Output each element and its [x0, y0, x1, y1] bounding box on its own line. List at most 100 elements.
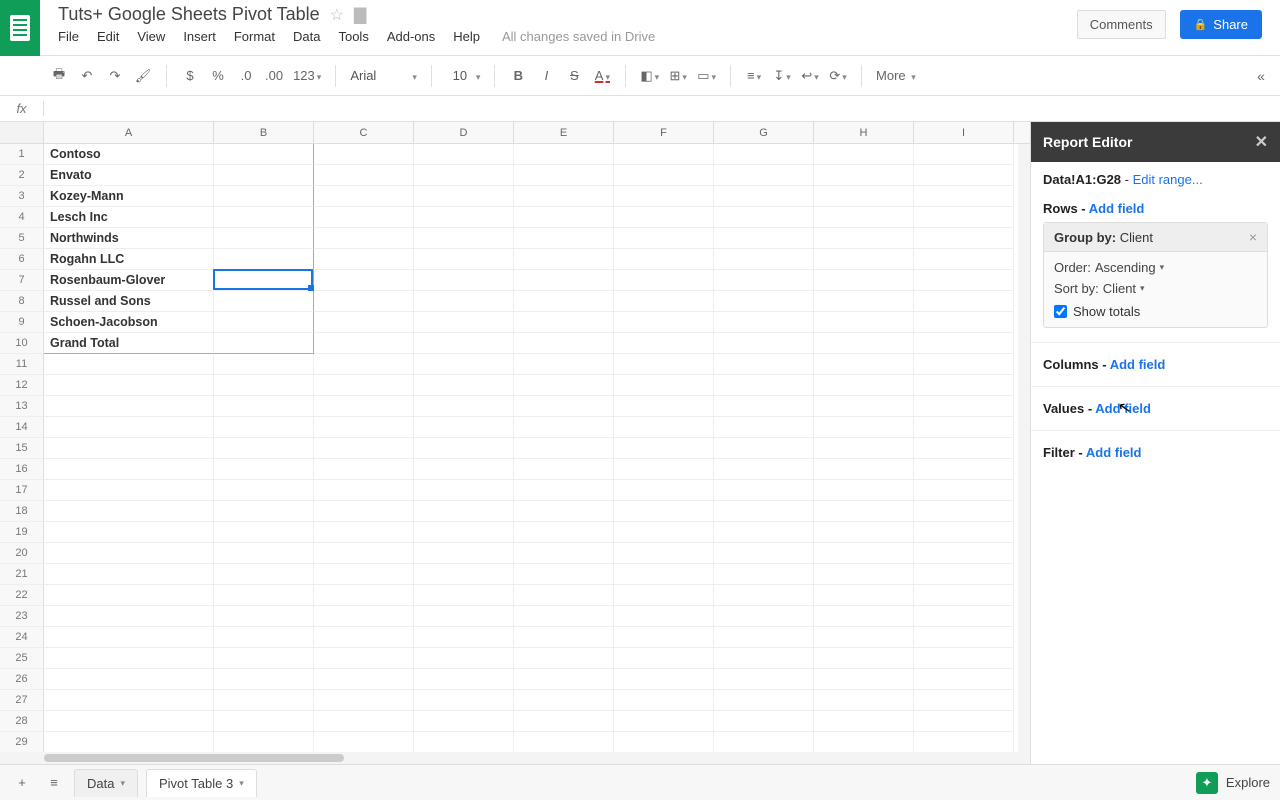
sheet-tab-pivot[interactable]: Pivot Table 3▾ — [146, 769, 257, 797]
cell[interactable] — [214, 375, 314, 396]
cell[interactable] — [714, 690, 814, 711]
select-all-corner[interactable] — [0, 122, 44, 143]
cell[interactable] — [814, 291, 914, 312]
collapse-toolbar-icon[interactable]: « — [1252, 68, 1270, 84]
row-header[interactable]: 19 — [0, 522, 44, 543]
cell[interactable] — [414, 627, 514, 648]
cell[interactable] — [814, 228, 914, 249]
add-sheet-button[interactable]: + — [10, 771, 34, 795]
menu-help[interactable]: Help — [453, 29, 480, 44]
cell[interactable]: Kozey-Mann — [44, 186, 214, 207]
cell[interactable] — [814, 375, 914, 396]
cell[interactable] — [714, 627, 814, 648]
cell[interactable] — [714, 543, 814, 564]
cell[interactable] — [914, 165, 1014, 186]
col-header-I[interactable]: I — [914, 122, 1014, 143]
cell[interactable] — [514, 606, 614, 627]
cell[interactable] — [44, 606, 214, 627]
cell[interactable] — [514, 270, 614, 291]
values-add-field[interactable]: Add field — [1095, 401, 1151, 416]
format-currency[interactable]: $ — [181, 68, 199, 83]
menu-format[interactable]: Format — [234, 29, 275, 44]
cell[interactable] — [314, 396, 414, 417]
cell[interactable] — [314, 711, 414, 732]
row-header[interactable]: 24 — [0, 627, 44, 648]
order-dropdown[interactable]: Order: Ascending ▾ — [1054, 260, 1257, 275]
redo-icon[interactable]: ↷ — [106, 68, 124, 84]
cell[interactable] — [214, 627, 314, 648]
cell[interactable] — [714, 417, 814, 438]
cell[interactable] — [514, 522, 614, 543]
cell[interactable] — [814, 207, 914, 228]
cell[interactable] — [214, 522, 314, 543]
folder-icon[interactable]: ▇ — [354, 5, 366, 25]
cell[interactable] — [314, 564, 414, 585]
cell[interactable] — [314, 186, 414, 207]
cell[interactable] — [44, 354, 214, 375]
cell[interactable] — [714, 333, 814, 354]
cell[interactable] — [314, 732, 414, 753]
cell[interactable] — [514, 228, 614, 249]
cell[interactable] — [914, 144, 1014, 165]
cell[interactable] — [514, 669, 614, 690]
cell[interactable] — [714, 501, 814, 522]
cell[interactable] — [414, 312, 514, 333]
fill-color-icon[interactable]: ◧▾ — [640, 68, 659, 84]
cell[interactable]: Rosenbaum-Glover — [44, 270, 214, 291]
cell[interactable] — [614, 144, 714, 165]
cell[interactable] — [514, 480, 614, 501]
row-header[interactable]: 25 — [0, 648, 44, 669]
cell[interactable] — [714, 585, 814, 606]
cell[interactable] — [44, 459, 214, 480]
cell[interactable] — [914, 375, 1014, 396]
cell[interactable] — [914, 459, 1014, 480]
menu-edit[interactable]: Edit — [97, 29, 119, 44]
row-header[interactable]: 20 — [0, 543, 44, 564]
cell[interactable] — [314, 291, 414, 312]
cell[interactable] — [414, 144, 514, 165]
cell[interactable] — [314, 648, 414, 669]
cell[interactable] — [614, 207, 714, 228]
cell[interactable] — [214, 354, 314, 375]
cell[interactable] — [514, 291, 614, 312]
cell[interactable] — [314, 375, 414, 396]
cell[interactable] — [814, 165, 914, 186]
cell[interactable] — [214, 291, 314, 312]
cell[interactable] — [414, 732, 514, 753]
cell[interactable] — [214, 207, 314, 228]
row-header[interactable]: 27 — [0, 690, 44, 711]
cell[interactable] — [914, 627, 1014, 648]
row-header[interactable]: 15 — [0, 438, 44, 459]
cell[interactable] — [614, 543, 714, 564]
cell[interactable] — [514, 690, 614, 711]
cell[interactable] — [414, 375, 514, 396]
cell[interactable] — [914, 711, 1014, 732]
cell[interactable] — [44, 522, 214, 543]
cell[interactable] — [814, 711, 914, 732]
cell[interactable] — [514, 396, 614, 417]
all-sheets-button[interactable]: ≡ — [42, 771, 66, 795]
cell[interactable] — [614, 669, 714, 690]
cell[interactable] — [614, 312, 714, 333]
cell[interactable] — [914, 522, 1014, 543]
cell[interactable]: Lesch Inc — [44, 207, 214, 228]
close-icon[interactable]: ✕ — [1255, 132, 1268, 152]
row-header[interactable]: 23 — [0, 606, 44, 627]
cell[interactable] — [814, 648, 914, 669]
cell[interactable] — [414, 648, 514, 669]
row-header[interactable]: 6 — [0, 249, 44, 270]
cell[interactable] — [414, 207, 514, 228]
col-header-H[interactable]: H — [814, 122, 914, 143]
wrap-icon[interactable]: ↩▾ — [801, 68, 819, 84]
cell[interactable] — [314, 312, 414, 333]
cell[interactable] — [414, 186, 514, 207]
cell[interactable]: Northwinds — [44, 228, 214, 249]
col-header-D[interactable]: D — [414, 122, 514, 143]
star-icon[interactable]: ☆ — [330, 5, 344, 25]
undo-icon[interactable]: ↶ — [78, 68, 96, 84]
cell[interactable] — [44, 669, 214, 690]
row-header[interactable]: 5 — [0, 228, 44, 249]
cell[interactable] — [714, 207, 814, 228]
strike-button[interactable]: S — [565, 68, 583, 83]
cell[interactable] — [714, 648, 814, 669]
